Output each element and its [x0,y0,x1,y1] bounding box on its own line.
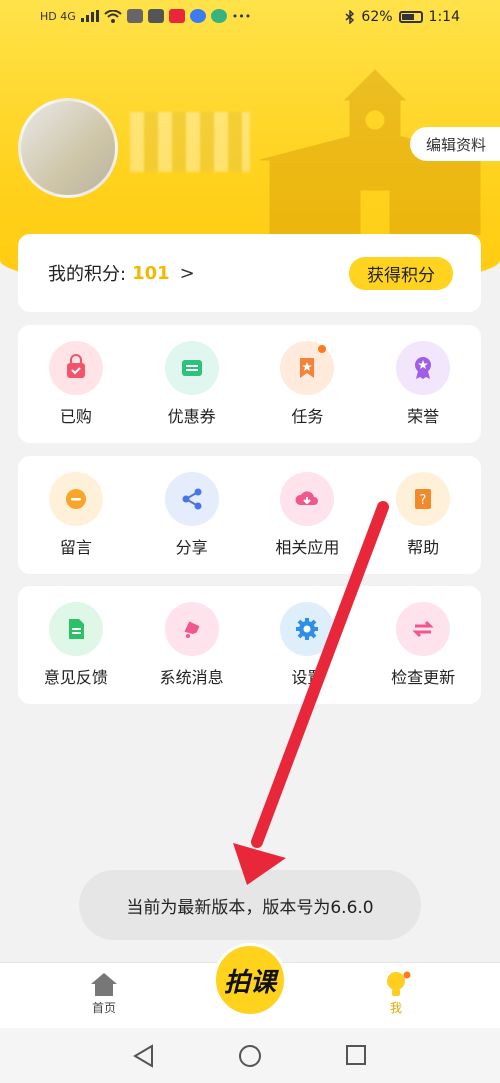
get-points-button[interactable]: 获得积分 [349,256,453,290]
menu-item-settings[interactable]: 设置 [250,586,366,704]
menu-item-messages[interactable]: 留言 [18,456,134,574]
menu-item-label: 设置 [291,668,324,687]
take-lesson-button[interactable]: 拍课 [213,943,287,1017]
bag-icon [66,354,85,378]
tab-label: 首页 [91,1001,116,1015]
task-icon [300,358,315,378]
signal-icon [80,10,99,22]
app-icon-4 [189,9,206,23]
menu-item-coupons[interactable]: 优惠券 [134,325,250,443]
version-toast: 当前为最新版本，版本号为6.6.0 [79,870,421,940]
battery-icon [398,11,423,23]
center-button-label: 拍课 [223,967,276,998]
menu-item-feedback[interactable]: 意见反馈 [18,586,134,704]
menu-item-related-apps[interactable]: 相关应用 [250,456,366,574]
menu-item-label: 相关应用 [275,538,340,557]
bell-icon [184,621,200,638]
menu-item-label: 已购 [59,407,92,426]
app-icon-2 [147,9,164,23]
feedback-doc-icon [68,619,84,639]
edit-profile-button[interactable]: 编辑资料 [409,127,500,161]
share-icon [182,488,202,510]
home-nav-icon[interactable] [238,1044,262,1068]
app-icon-3 [168,9,185,23]
menu-item-system-messages[interactable]: 系统消息 [134,586,250,704]
app-icon-1 [126,9,143,23]
tab-label: 我 [389,1001,402,1015]
battery-percent: 62% [361,9,393,25]
system-nav-bar [0,1028,500,1083]
menu-item-label: 留言 [59,538,92,557]
refresh-arrows-icon [412,620,434,638]
menu-item-honors[interactable]: 荣誉 [365,325,481,443]
medal-icon [415,357,432,379]
clock: 1:14 [428,9,460,25]
menu-item-help[interactable]: ? 帮助 [365,456,481,574]
menu-item-label: 检查更新 [391,668,456,687]
me-icon [387,971,411,996]
network-indicator: HD 4G [40,9,76,23]
menu-card-1: 已购 优惠券 任务 荣誉 [18,325,481,443]
coupon-icon [181,360,202,376]
avatar[interactable] [18,98,118,198]
menu-item-share[interactable]: 分享 [134,456,250,574]
menu-item-label: 系统消息 [159,668,224,687]
menu-item-label: 帮助 [407,538,440,557]
gear-icon [296,618,319,640]
help-book-icon: ? [415,489,432,509]
notification-dot [317,345,326,353]
menu-item-label: 分享 [175,538,208,557]
menu-item-label: 荣誉 [407,407,440,426]
bluetooth-icon [345,10,355,24]
points-label: 我的积分: [48,264,127,285]
menu-item-label: 任务 [291,407,324,426]
menu-item-label: 意见反馈 [43,668,108,687]
menu-card-3: 意见反馈 系统消息 设置 检查更新 [18,586,481,704]
username-blurred [130,112,250,172]
menu-item-purchased[interactable]: 已购 [18,325,134,443]
more-notifications-icon: ••• [231,9,252,23]
wifi-icon [104,9,122,23]
status-bar: HD 4G ••• 62% 1:14 [0,0,500,36]
points-value[interactable]: 101 [132,263,170,284]
back-icon[interactable] [132,1044,154,1068]
recents-icon[interactable] [345,1044,367,1066]
menu-item-label: 优惠券 [167,407,216,426]
app-icon-5 [210,9,227,23]
menu-item-check-update[interactable]: 检查更新 [365,586,481,704]
message-icon [65,489,86,509]
menu-card-2: 留言 分享 相关应用 ? 帮助 [18,456,481,574]
menu-item-tasks[interactable]: 任务 [250,325,366,443]
home-icon [91,973,117,996]
points-card: 我的积分: 101 > 获得积分 [18,234,481,312]
svg-text:?: ? [420,493,427,508]
cloud-download-icon [295,491,319,505]
tab-me[interactable]: 我 [356,971,436,1016]
tab-home[interactable]: 首页 [64,971,144,1016]
chevron-right-icon[interactable]: > [180,263,195,284]
